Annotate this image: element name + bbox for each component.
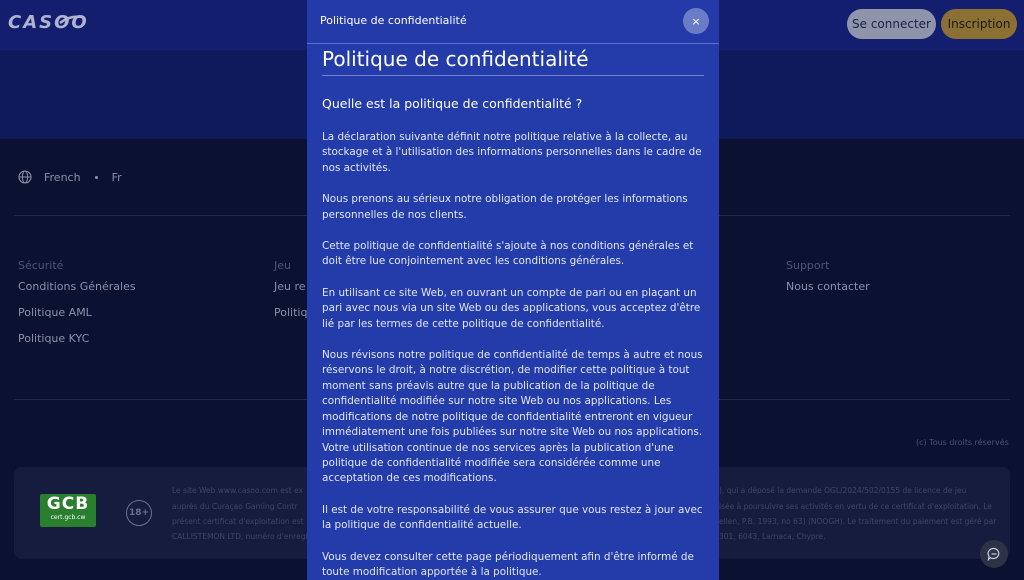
separator-dot (94, 175, 98, 179)
globe-icon (18, 170, 32, 184)
policy-paragraph: Cette politique de confidentialité s'ajo… (322, 240, 694, 268)
modal-header: Politique de confidentialité × (307, 0, 719, 44)
chat-bubble-icon (987, 547, 1000, 561)
language-selector[interactable]: French Fr (18, 170, 122, 184)
gcb-license-badge[interactable]: GCB cert.gcb.cw (40, 494, 96, 527)
signup-button[interactable]: Inscription (941, 9, 1017, 39)
age-restriction-badge: 18+ (126, 500, 152, 526)
modal-header-title: Politique de confidentialité (320, 14, 467, 27)
gcb-badge-site: cert.gcb.cw (50, 514, 86, 521)
policy-paragraph: En utilisant ce site Web, en ouvrant un … (322, 286, 701, 330)
login-button[interactable]: Se connecter (847, 9, 936, 39)
footer-col-title-security: Sécurité (18, 259, 64, 272)
footer-col-title-support: Support (786, 259, 830, 272)
license-text-right-2: isée à poursuivre ses activités en vertu… (719, 502, 992, 511)
document-title: Politique de confidentialité (322, 46, 704, 76)
logo-swoosh-icon (59, 15, 83, 24)
footer-link-aml[interactable]: Politique AML (18, 306, 92, 319)
footer-link-kyc[interactable]: Politique KYC (18, 332, 89, 345)
copyright-text: (c) Tous droits réservés (916, 438, 1009, 447)
gcb-badge-text: GCB (46, 494, 90, 514)
modal-body[interactable]: Politique de confidentialité Quelle est … (322, 46, 704, 580)
license-text-left-4: CALLISTEMON LTD, numéro d'enregi (172, 532, 308, 541)
privacy-policy-modal: Politique de confidentialité × Politique… (307, 0, 719, 580)
policy-paragraph: La déclaration suivante définit notre po… (322, 131, 702, 174)
footer-link-responsible-gaming[interactable]: Jeu re (274, 280, 306, 293)
license-text-right-4: 301, 6043, Larnaca, Chypre. (719, 532, 826, 541)
footer-col-title-game: Jeu (274, 259, 291, 272)
license-text-right-1: ), qui a déposé la demande OGL/2024/502/… (719, 486, 967, 495)
close-button[interactable]: × (683, 8, 709, 34)
policy-paragraph: Nous prenons au sérieux notre obligation… (322, 193, 688, 221)
policy-paragraph: Il est de votre responsabilité de vous a… (322, 503, 703, 532)
license-text-left-3: présent certificat d'exploitation est (172, 517, 304, 526)
policy-paragraph: Vous devez consulter cette page périodiq… (322, 550, 694, 578)
language-code: Fr (111, 170, 122, 184)
footer-link-terms[interactable]: Conditions Générales (18, 280, 136, 293)
license-text-right-3: ellen, P.B. 1993, no 63) (NOOGH). Le tra… (719, 517, 997, 526)
license-text-left-1: Le site Web www.casoo.com est ex (172, 486, 304, 495)
section-heading: Quelle est la politique de confidentiali… (322, 96, 583, 111)
chat-support-button[interactable] (980, 540, 1008, 568)
policy-paragraph: Nous révisons notre politique de confide… (322, 349, 703, 485)
language-name: French (44, 170, 81, 184)
footer-link-contact[interactable]: Nous contacter (786, 280, 870, 293)
license-text-left-2: auprès du Curaçao Gaming Contr (172, 502, 298, 511)
